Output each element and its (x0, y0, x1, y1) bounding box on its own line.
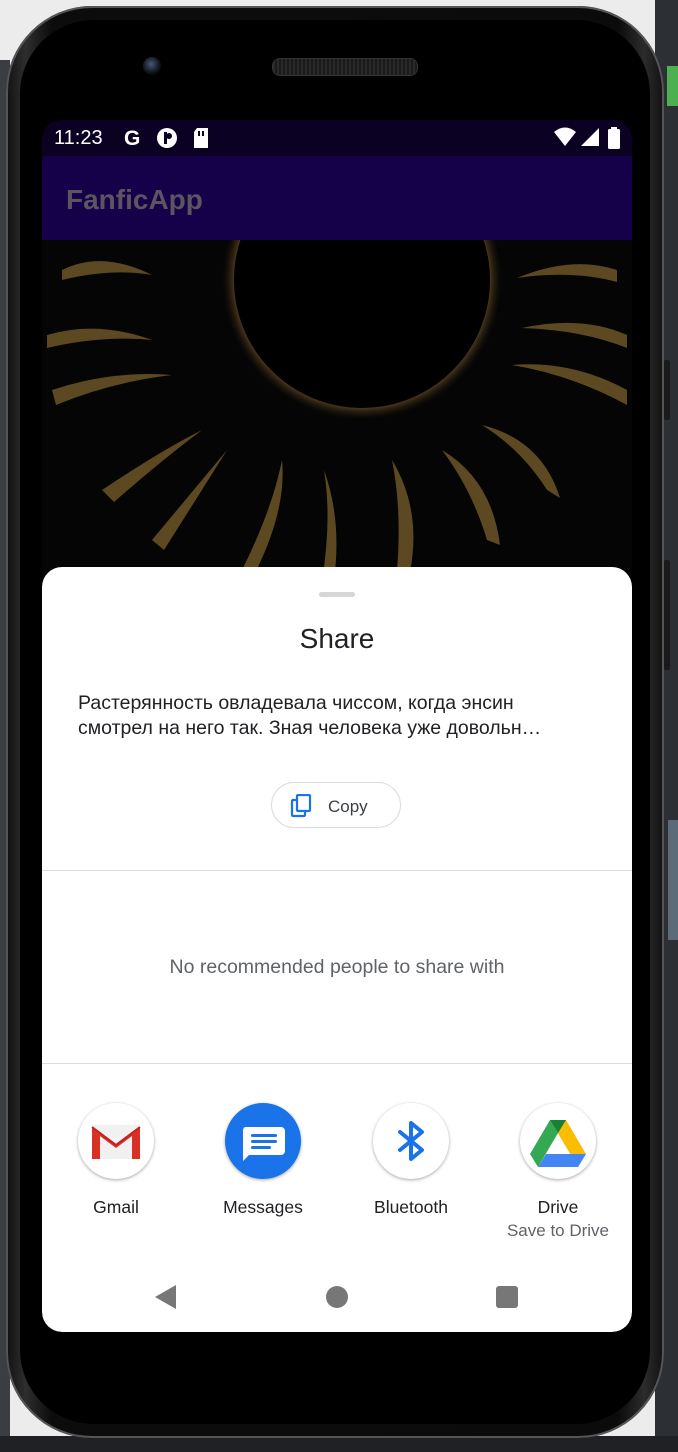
google-g-icon: G (124, 127, 141, 150)
wifi-icon (554, 127, 576, 153)
no-recommended-people-text: No recommended people to share with (169, 956, 505, 978)
power-button[interactable] (664, 560, 670, 670)
signal-icon (580, 127, 600, 153)
copy-icon (290, 793, 314, 818)
share-target-label: Gmail (93, 1197, 139, 1217)
copy-label: Copy (328, 797, 368, 816)
sd-card-icon (192, 127, 210, 155)
divider-bottom (42, 1063, 632, 1064)
share-target-label: Drive (537, 1197, 579, 1217)
record-icon (156, 127, 178, 155)
share-target-sublabel: Save to Drive (506, 1221, 610, 1240)
share-sheet: Share Растерянность овладевала чиссом, к… (42, 567, 632, 1332)
device-screen: 11:23 G FanficApp Share Растерянность ов… (42, 120, 632, 1332)
copy-button[interactable]: Copy (271, 782, 401, 828)
status-time: 11:23 (54, 127, 103, 149)
app-title: FanficApp (66, 184, 203, 215)
recents-icon[interactable] (496, 1286, 518, 1308)
share-title: Share (299, 623, 375, 654)
front-camera (143, 57, 161, 75)
share-target-label: Messages (223, 1197, 303, 1217)
share-target-label: Bluetooth (374, 1197, 448, 1217)
drive-icon (520, 1103, 596, 1179)
bluetooth-icon (373, 1103, 449, 1179)
earpiece-speaker (272, 58, 418, 76)
divider-top (42, 870, 632, 871)
background-window-bottom (0, 1436, 678, 1452)
app-toolbar: FanficApp (42, 156, 632, 240)
volume-button[interactable] (664, 360, 670, 420)
story-cover-image (42, 140, 632, 580)
battery-icon (608, 127, 620, 155)
preview-line-1: Растерянность овладевала чиссом, когда э… (78, 692, 514, 714)
back-icon[interactable] (154, 1284, 178, 1315)
gmail-icon (78, 1103, 154, 1179)
preview-line-2: смотрел на него так. Зная человека уже д… (78, 717, 542, 739)
messages-icon (225, 1103, 301, 1179)
shared-text-preview: Растерянность овладевала чиссом, когда э… (78, 691, 598, 741)
drag-handle[interactable] (319, 592, 355, 597)
system-navigation-bar (42, 1267, 632, 1327)
home-icon[interactable] (326, 1286, 348, 1308)
status-bar: 11:23 G (42, 120, 632, 156)
